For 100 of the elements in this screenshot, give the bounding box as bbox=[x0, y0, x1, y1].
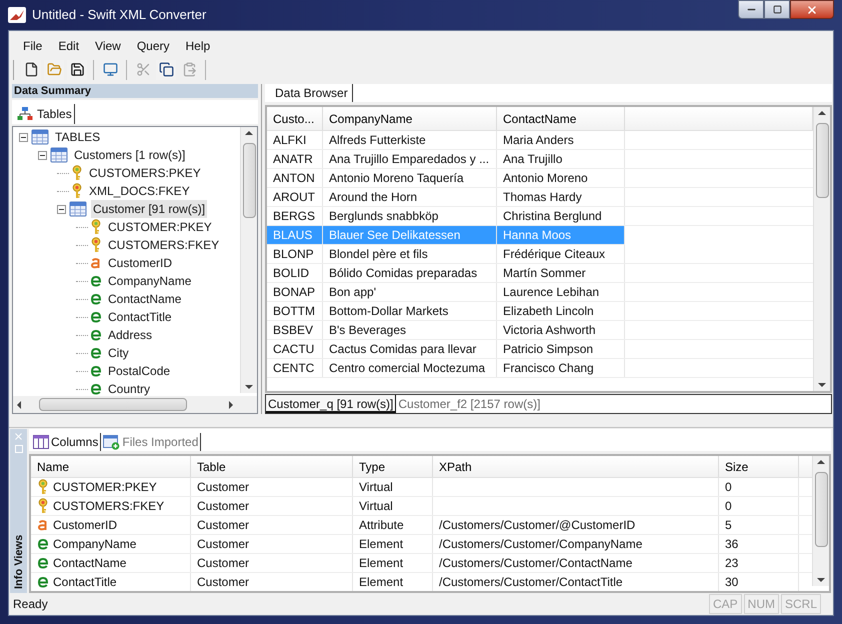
column-header[interactable]: Table bbox=[191, 456, 353, 478]
column-header[interactable]: ContactName bbox=[497, 107, 625, 130]
table-cell-text: Element bbox=[359, 574, 404, 592]
column-header[interactable]: CompanyName bbox=[323, 107, 497, 130]
element-icon bbox=[90, 293, 102, 306]
column-header[interactable]: Custo... bbox=[267, 107, 323, 130]
key-icon bbox=[90, 237, 102, 254]
table-cell: Bólido Comidas preparadas bbox=[323, 264, 497, 282]
table-cell-text: ContactName bbox=[53, 555, 126, 572]
table-cell: Patricio Simpson bbox=[497, 340, 625, 358]
scrollbar[interactable] bbox=[13, 396, 257, 414]
attribute-icon bbox=[37, 519, 49, 532]
column-header[interactable]: XPath bbox=[433, 456, 719, 478]
table-cell: ANTON bbox=[267, 169, 323, 188]
tree-item[interactable]: XML_DOCS:FKEY bbox=[87, 182, 192, 200]
table-cell: Martín Sommer bbox=[497, 264, 625, 282]
table-cell: Francisco Chang bbox=[497, 359, 625, 378]
table-cell: Ana Trujillo bbox=[497, 150, 625, 168]
tab[interactable]: Customer_q [91 row(s)] bbox=[266, 395, 396, 414]
column-header[interactable]: Type bbox=[353, 456, 433, 478]
tree-item[interactable]: ContactName bbox=[106, 290, 184, 308]
scroll-down-icon[interactable] bbox=[818, 383, 826, 388]
scroll-thumb[interactable] bbox=[816, 123, 828, 198]
table-row[interactable]: BLONP Blondel père et fils Frédérique Citeaux bbox=[267, 245, 813, 264]
table-row[interactable]: BONAP Bon app' Laurence Lebihan bbox=[267, 283, 813, 302]
tree-item[interactable]: Address bbox=[106, 326, 154, 344]
status-indicator: NUM bbox=[744, 594, 779, 614]
maximize-button[interactable] bbox=[764, 0, 790, 19]
table-row[interactable]: BSBEV B's Beverages Victoria Ashworth bbox=[267, 321, 813, 340]
tree-item[interactable]: City bbox=[106, 344, 131, 362]
tree-item[interactable]: PostalCode bbox=[106, 362, 172, 380]
key-icon bbox=[37, 498, 49, 514]
tree-item[interactable]: CustomerID bbox=[106, 254, 174, 272]
key-icon bbox=[90, 219, 102, 236]
table-row[interactable]: ANATR Ana Trujillo Emparedados y ... Ana Trujillo bbox=[267, 150, 813, 170]
table-cell: Blondel père et fils bbox=[323, 245, 497, 264]
table-row[interactable]: BOTTM Bottom-Dollar Markets Elizabeth Lincoln bbox=[267, 302, 813, 322]
tree-item[interactable]: Country bbox=[106, 380, 152, 396]
element-icon bbox=[90, 329, 102, 342]
scroll-thumb[interactable] bbox=[242, 143, 256, 218]
scroll-down-icon[interactable] bbox=[245, 385, 253, 390]
scroll-up-icon[interactable] bbox=[818, 111, 826, 116]
tab[interactable]: Data Browser bbox=[271, 84, 353, 102]
tree-item[interactable]: CompanyName bbox=[106, 272, 194, 290]
panel-header: Data Summary bbox=[12, 84, 258, 98]
collapse-toggle[interactable] bbox=[19, 132, 28, 142]
panel-title: Info Views bbox=[12, 534, 26, 590]
table-cell-text: CompanyName bbox=[53, 536, 136, 554]
scroll-down-icon[interactable] bbox=[817, 578, 825, 582]
table-cell: Hanna Moos bbox=[497, 226, 625, 244]
table-cell: BOTTM bbox=[267, 302, 323, 320]
table-cell: AROUT bbox=[267, 188, 323, 206]
tree-item[interactable]: CUSTOMERS:FKEY bbox=[106, 236, 222, 254]
key-icon bbox=[71, 183, 83, 200]
scrollbar[interactable] bbox=[240, 127, 257, 394]
menu-item[interactable]: Query bbox=[128, 36, 178, 55]
tab[interactable]: Customer_f2 [2157 row(s)] bbox=[396, 395, 542, 414]
scrollbar[interactable] bbox=[813, 107, 830, 392]
column-header[interactable]: Size bbox=[719, 456, 799, 478]
table-cell: Cactus Comidas para llevar bbox=[323, 340, 497, 358]
scroll-left-icon[interactable] bbox=[17, 400, 21, 409]
status-indicator: CAP bbox=[708, 594, 742, 614]
menu-item[interactable]: Help bbox=[178, 36, 218, 55]
collapse-toggle[interactable] bbox=[38, 150, 47, 160]
table-icon bbox=[50, 147, 68, 164]
minimize-button[interactable] bbox=[738, 0, 764, 19]
element-icon bbox=[37, 538, 49, 550]
tab[interactable]: Files Imported bbox=[101, 433, 202, 452]
table-cell: B's Beverages bbox=[323, 321, 497, 340]
menu-item[interactable]: View bbox=[87, 36, 129, 55]
scrollbar[interactable] bbox=[812, 456, 829, 586]
table-cell-text: 36 bbox=[725, 536, 738, 554]
tree-item[interactable]: TABLES bbox=[53, 128, 102, 146]
menu-item[interactable]: File bbox=[15, 36, 50, 55]
table-row[interactable]: CENTC Centro comercial Moctezuma Francisco Chang bbox=[267, 359, 813, 378]
table-row[interactable]: ANTON Antonio Moreno Taquería Antonio Moreno bbox=[267, 169, 813, 188]
scroll-up-icon[interactable] bbox=[817, 460, 825, 464]
table-cell: ALFKI bbox=[267, 131, 323, 150]
tree-item[interactable]: Customer [91 row(s)] bbox=[91, 200, 208, 218]
tab[interactable]: Columns bbox=[31, 433, 102, 452]
collapse-toggle[interactable] bbox=[57, 204, 66, 214]
table-row[interactable]: AROUT Around the Horn Thomas Hardy bbox=[267, 188, 813, 208]
close-button[interactable] bbox=[790, 0, 834, 19]
scroll-thumb[interactable] bbox=[814, 472, 828, 548]
tree-item[interactable]: ContactTitle bbox=[106, 308, 174, 326]
scroll-up-icon[interactable] bbox=[245, 131, 253, 136]
table-cell-text: Customer bbox=[197, 555, 250, 572]
scroll-thumb[interactable] bbox=[39, 398, 187, 412]
tree-item[interactable]: CUSTOMER:PKEY bbox=[106, 218, 214, 236]
scroll-right-icon[interactable] bbox=[229, 400, 233, 409]
table-cell: Bon app' bbox=[323, 283, 497, 302]
table-row[interactable]: CACTU Cactus Comidas para llevar Patricio Simpson bbox=[267, 340, 813, 360]
menu-item[interactable]: Edit bbox=[50, 36, 88, 55]
table-row[interactable]: BOLID Bólido Comidas preparadas Martín Sommer bbox=[267, 264, 813, 284]
column-header[interactable]: Name bbox=[31, 456, 191, 478]
table-cell: Laurence Lebihan bbox=[497, 283, 625, 302]
tree-item[interactable]: Customers [1 row(s)] bbox=[72, 146, 188, 164]
tree-item[interactable]: CUSTOMERS:PKEY bbox=[87, 164, 203, 182]
table-row[interactable]: ALFKI Alfreds Futterkiste Maria Anders bbox=[267, 131, 813, 150]
table-cell-text: 0 bbox=[725, 498, 732, 516]
